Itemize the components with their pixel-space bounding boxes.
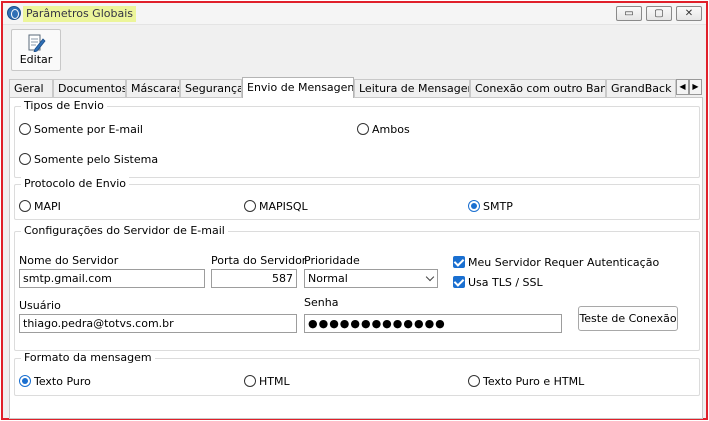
tab-conexao-outro-banco[interactable]: Conexão com outro Banco [470, 79, 606, 97]
tab-scroll-left-icon[interactable]: ◀ [676, 79, 689, 95]
label-senha: Senha [304, 296, 339, 309]
window-frame: Parâmetros Globais ▭ ▢ ✕ Editar Geral Do… [1, 1, 708, 420]
close-button[interactable]: ✕ [676, 6, 702, 21]
tab-panel: Tipos de Envio Somente por E-mail Ambos … [9, 97, 703, 419]
radio-label: Somente por E-mail [34, 123, 143, 136]
title-bar: Parâmetros Globais ▭ ▢ ✕ [3, 3, 706, 25]
checkbox-checked-icon [453, 256, 465, 268]
label-nome-servidor: Nome do Servidor [19, 254, 119, 267]
radio-label: Somente pelo Sistema [34, 153, 159, 166]
radio-label: MAPISQL [259, 200, 308, 213]
group-servidor-email: Configurações do Servidor de E-mail Nome… [14, 224, 700, 351]
tab-grandback[interactable]: GrandBack / I [606, 79, 676, 97]
tab-mascaras[interactable]: Máscaras [126, 79, 180, 97]
teste-conexao-button[interactable]: Teste de Conexão [578, 306, 678, 331]
radio-label: Ambos [372, 123, 410, 136]
label-prioridade: Prioridade [304, 254, 360, 267]
radio-dot [244, 200, 256, 212]
group-tipos-de-envio: Tipos de Envio Somente por E-mail Ambos … [14, 99, 700, 178]
radio-dot [19, 375, 31, 387]
chevron-down-icon [425, 272, 435, 282]
radio-texto-puro[interactable]: Texto Puro [19, 375, 91, 389]
radio-label: HTML [259, 375, 290, 388]
checkbox-checked-icon [453, 276, 465, 288]
group-title-servidor: Configurações do Servidor de E-mail [21, 224, 228, 238]
radio-dot [19, 123, 31, 135]
tab-leitura-de-mensagens[interactable]: Leitura de Mensagens [354, 79, 470, 97]
checkbox-label: Usa TLS / SSL [468, 276, 543, 289]
tab-geral[interactable]: Geral [9, 79, 53, 97]
label-porta-servidor: Porta do Servidor [211, 254, 307, 267]
minimize-button[interactable]: ▭ [616, 6, 642, 21]
tab-scroll-right-icon[interactable]: ▶ [689, 79, 702, 95]
edit-button[interactable]: Editar [11, 29, 61, 71]
group-title-formato: Formato da mensagem [21, 351, 155, 365]
edit-button-label: Editar [19, 53, 53, 66]
radio-somente-sistema[interactable]: Somente pelo Sistema [19, 153, 158, 167]
input-nome-servidor[interactable]: smtp.gmail.com [19, 269, 205, 288]
radio-texto-puro-e-html[interactable]: Texto Puro e HTML [468, 375, 584, 389]
radio-label: SMTP [483, 200, 513, 213]
radio-label: MAPI [34, 200, 61, 213]
radio-label: Texto Puro e HTML [483, 375, 585, 388]
group-protocolo-de-envio: Protocolo de Envio MAPI MAPISQL SMTP [14, 177, 700, 220]
window-title: Parâmetros Globais [23, 6, 136, 22]
select-prioridade[interactable]: Normal [304, 269, 438, 288]
radio-dot [468, 375, 480, 387]
input-usuario[interactable]: thiago.pedra@totvs.com.br [19, 314, 297, 333]
checkbox-requer-autenticacao[interactable]: Meu Servidor Requer Autenticação [453, 256, 659, 270]
toolbar: Editar [3, 25, 706, 75]
input-senha[interactable]: ●●●●●●●●●●●●● [304, 314, 562, 333]
radio-dot [244, 375, 256, 387]
group-title-protocolo: Protocolo de Envio [21, 177, 130, 191]
restore-button[interactable]: ▢ [646, 6, 672, 21]
radio-smtp[interactable]: SMTP [468, 200, 513, 214]
select-prioridade-value: Normal [308, 272, 348, 285]
radio-dot [468, 200, 480, 212]
tab-envio-de-mensagens[interactable]: Envio de Mensagens [242, 77, 354, 98]
radio-mapi[interactable]: MAPI [19, 200, 61, 214]
group-formato-mensagem: Formato da mensagem Texto Puro HTML Text… [14, 351, 700, 396]
radio-label: Texto Puro [34, 375, 91, 388]
tab-documentos[interactable]: Documentos [53, 79, 126, 97]
radio-dot [19, 153, 31, 165]
pencil-document-icon [28, 34, 46, 52]
group-title-tipos-de-envio: Tipos de Envio [21, 99, 107, 113]
tab-strip: Geral Documentos Máscaras Segurança Envi… [9, 77, 704, 98]
radio-dot [19, 200, 31, 212]
radio-html[interactable]: HTML [244, 375, 290, 389]
tab-seguranca[interactable]: Segurança [180, 79, 242, 97]
app-globe-icon [7, 6, 21, 20]
radio-dot [357, 123, 369, 135]
radio-somente-email[interactable]: Somente por E-mail [19, 123, 143, 137]
label-usuario: Usuário [19, 299, 61, 312]
checkbox-usa-tls-ssl[interactable]: Usa TLS / SSL [453, 276, 543, 290]
radio-mapisql[interactable]: MAPISQL [244, 200, 308, 214]
radio-ambos[interactable]: Ambos [357, 123, 410, 137]
checkbox-label: Meu Servidor Requer Autenticação [468, 256, 660, 269]
input-porta-servidor[interactable]: 587 [211, 269, 297, 288]
